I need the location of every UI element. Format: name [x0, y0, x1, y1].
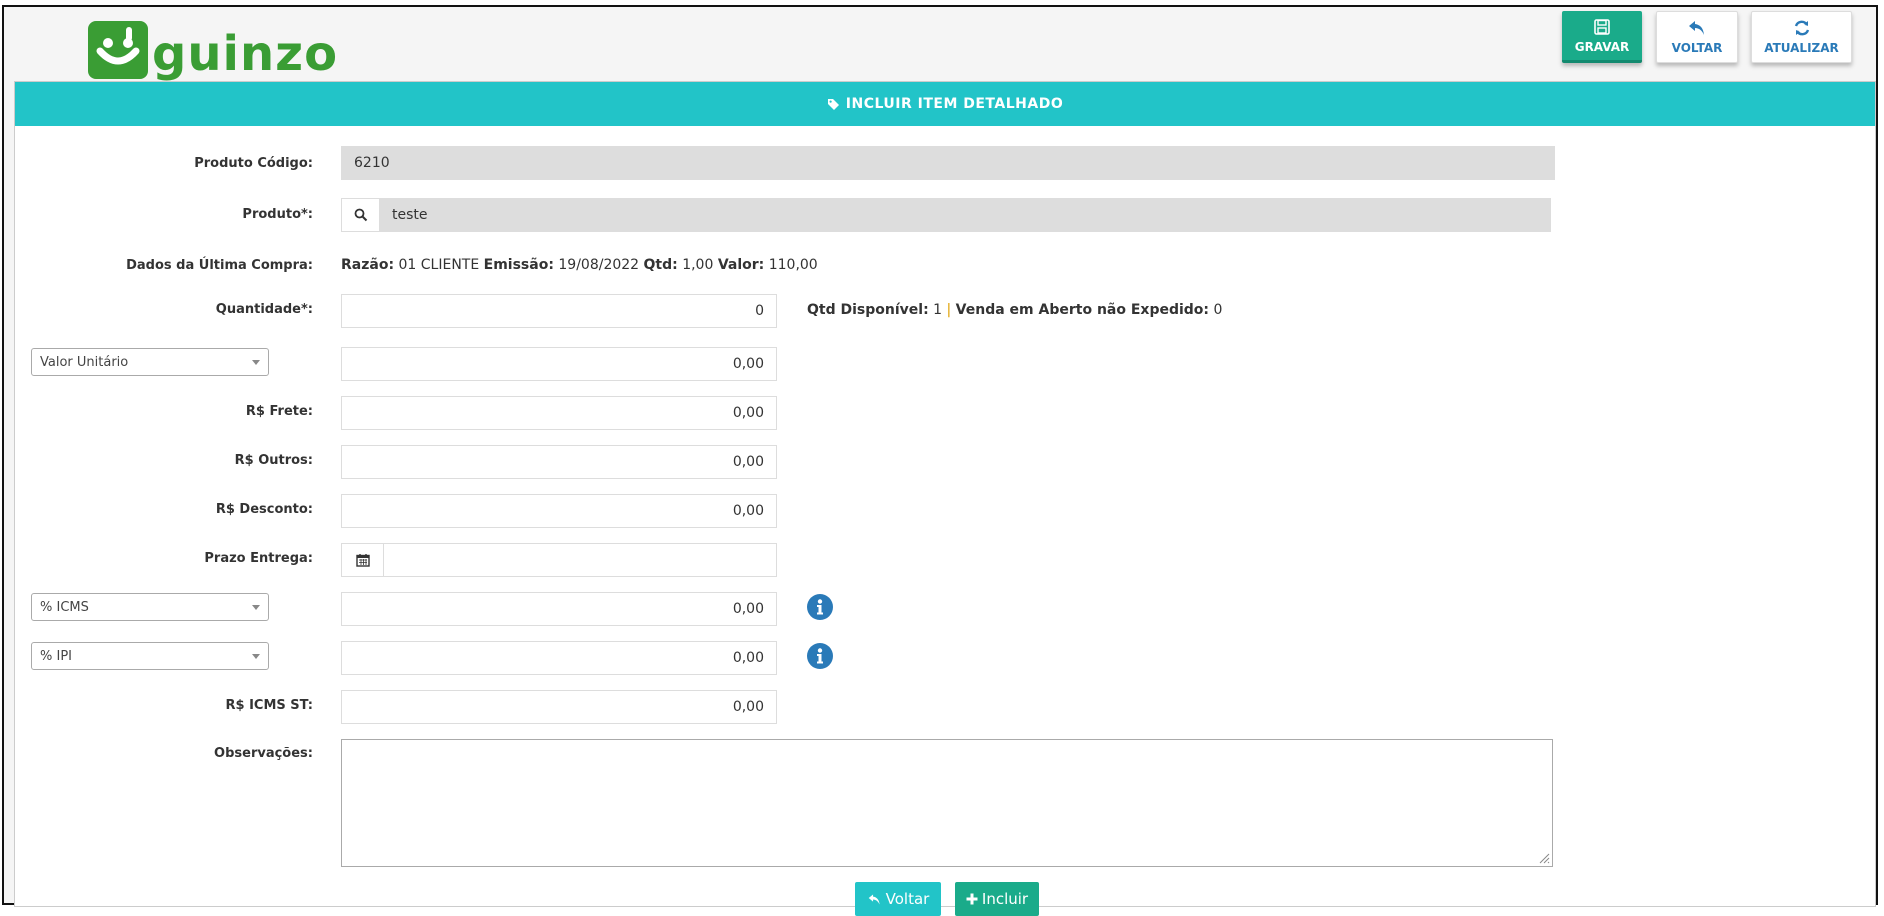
outros-value: 0,00: [732, 454, 764, 470]
refresh-icon: [1794, 20, 1809, 36]
icms-input[interactable]: 0,00: [341, 592, 777, 626]
produto-field[interactable]: teste: [341, 198, 1551, 232]
chevron-down-icon: [252, 605, 260, 610]
quantidade-label: Quantidade*:: [215, 302, 313, 317]
voltar-label: Voltar: [885, 890, 930, 908]
valor-value: 110,00: [768, 257, 818, 273]
produto-codigo-value: 6210: [354, 155, 390, 171]
icms-select[interactable]: % ICMS: [31, 593, 269, 621]
outros-label: R$ Outros:: [234, 453, 313, 468]
icms-st-label: R$ ICMS ST:: [225, 698, 313, 713]
gravar-button[interactable]: GRAVAR: [1562, 11, 1642, 63]
emissao-value: 19/08/2022: [558, 257, 640, 273]
quantidade-value: 0: [755, 303, 764, 319]
gravar-label: GRAVAR: [1574, 39, 1630, 54]
valor-unitario-input[interactable]: 0,00: [341, 347, 777, 381]
floppy-disk-icon: [1594, 18, 1610, 35]
icms-value: 0,00: [732, 601, 764, 617]
chevron-down-icon: [252, 360, 260, 365]
observacoes-label: Observações:: [214, 746, 313, 761]
incluir-button[interactable]: Incluir: [955, 882, 1039, 916]
ipi-select[interactable]: % IPI: [31, 642, 269, 670]
razao-label: Razão:: [341, 257, 395, 273]
produto-value: teste: [392, 207, 428, 223]
app-frame: guinzo GRAVAR VOLTAR ATUALIZAR INCLUIR I…: [2, 5, 1878, 916]
razao-value: 01 CLIENTE: [398, 257, 480, 273]
voltar-button[interactable]: Voltar: [855, 882, 941, 916]
produto-search-button[interactable]: [342, 199, 380, 231]
ultima-compra-label: Dados da Última Compra:: [126, 258, 313, 273]
brand-name: guinzo: [152, 26, 339, 82]
info-circle-icon[interactable]: [807, 643, 833, 669]
atualizar-label: ATUALIZAR: [1764, 41, 1839, 55]
produto-label: Produto*:: [242, 207, 313, 222]
panel-title: INCLUIR ITEM DETALHADO: [845, 96, 1064, 112]
atualizar-button[interactable]: ATUALIZAR: [1751, 11, 1852, 63]
logo-mark-icon: [88, 21, 148, 79]
tag-icon: [827, 98, 839, 110]
produto-codigo-label: Produto Código:: [194, 156, 313, 171]
valor-unitario-select-value: Valor Unitário: [40, 354, 129, 370]
brand-logo: guinzo: [88, 13, 338, 79]
panel-header: INCLUIR ITEM DETALHADO: [15, 82, 1875, 126]
reply-arrow-icon: [868, 893, 880, 905]
chevron-down-icon: [252, 654, 260, 659]
calendar-button[interactable]: [342, 544, 384, 576]
calendar-icon: [355, 554, 370, 567]
frete-value: 0,00: [732, 405, 764, 421]
valor-unitario-value: 0,00: [732, 356, 764, 372]
qtd-disponivel-label: Qtd Disponível:: [807, 302, 929, 318]
produto-codigo-field: 6210: [341, 146, 1555, 180]
disponivel-separator: |: [946, 302, 952, 318]
icms-st-value: 0,00: [732, 699, 764, 715]
venda-aberto-label: Venda em Aberto não Expedido:: [955, 302, 1210, 318]
qtd-value: 1,00: [682, 257, 714, 273]
voltar-top-label: VOLTAR: [1671, 41, 1723, 55]
prazo-entrega-label: Prazo Entrega:: [204, 551, 313, 566]
disponivel-info: Qtd Disponível: 1 | Venda em Aberto não …: [807, 302, 1222, 318]
desconto-input[interactable]: 0,00: [341, 494, 777, 528]
emissao-label: Emissão:: [483, 257, 554, 273]
frete-input[interactable]: 0,00: [341, 396, 777, 430]
outros-input[interactable]: 0,00: [341, 445, 777, 479]
info-circle-icon[interactable]: [807, 594, 833, 620]
search-icon: [354, 208, 367, 222]
ipi-select-value: % IPI: [40, 648, 72, 664]
quantidade-input[interactable]: 0: [341, 294, 777, 328]
resize-handle-icon[interactable]: [1538, 852, 1550, 864]
observacoes-textarea[interactable]: [341, 739, 1553, 867]
icms-select-value: % ICMS: [40, 599, 89, 615]
incluir-label: Incluir: [981, 890, 1029, 908]
frete-label: R$ Frete:: [245, 404, 313, 419]
valor-label: Valor:: [717, 257, 765, 273]
voltar-top-button[interactable]: VOLTAR: [1656, 11, 1738, 63]
valor-unitario-select[interactable]: Valor Unitário: [31, 348, 269, 376]
form-panel: INCLUIR ITEM DETALHADO Produto Código: 6…: [14, 81, 1876, 916]
ultima-compra-info: Razão: 01 CLIENTE Emissão: 19/08/2022 Qt…: [341, 257, 818, 273]
qtd-disponivel-value: 1: [933, 302, 943, 318]
desconto-label: R$ Desconto:: [215, 502, 313, 517]
prazo-entrega-input[interactable]: [341, 543, 777, 577]
ipi-input[interactable]: 0,00: [341, 641, 777, 675]
venda-aberto-value: 0: [1213, 302, 1223, 318]
qtd-label: Qtd:: [643, 257, 678, 273]
plus-icon: [966, 893, 978, 905]
ipi-value: 0,00: [732, 650, 764, 666]
icms-st-input[interactable]: 0,00: [341, 690, 777, 724]
desconto-value: 0,00: [732, 503, 764, 519]
reply-arrow-icon: [1689, 21, 1704, 35]
